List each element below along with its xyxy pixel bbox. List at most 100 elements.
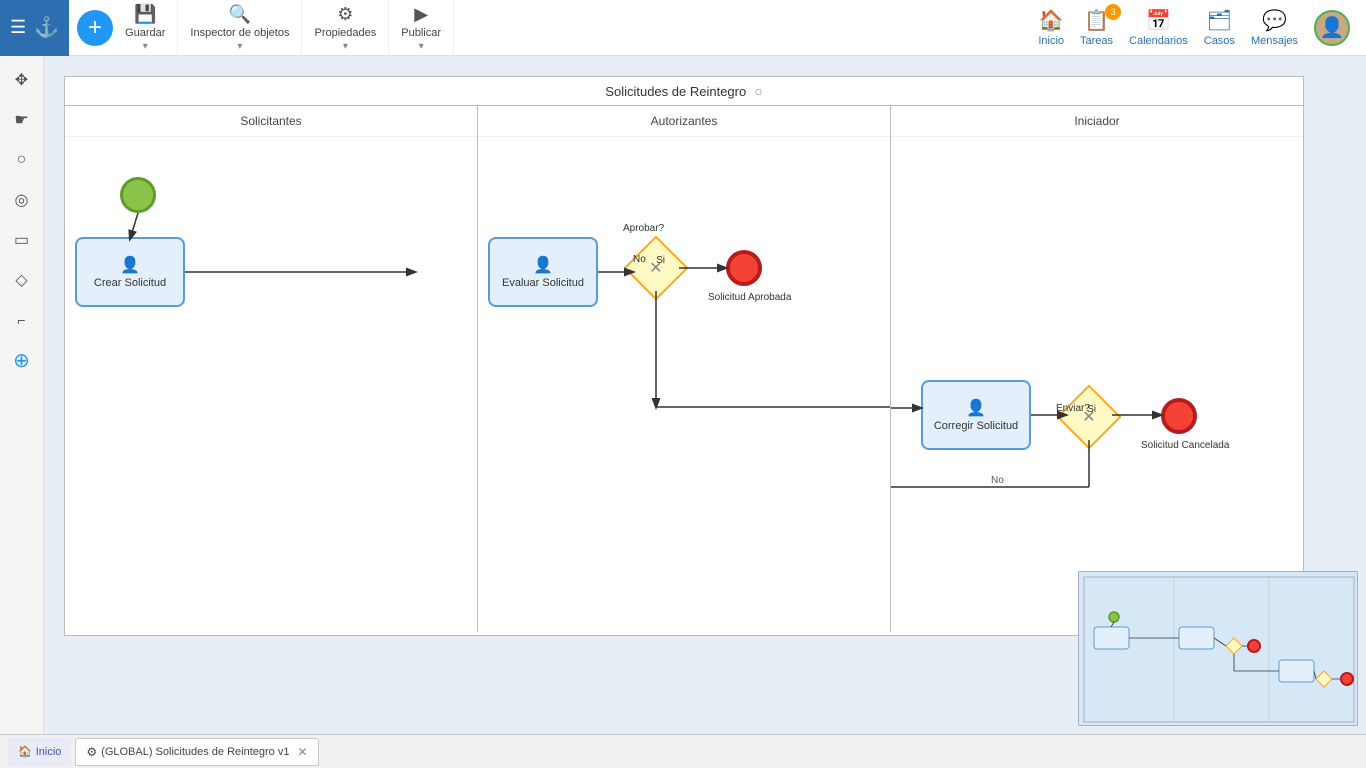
hamburger-menu-icon[interactable]: ☰ (10, 17, 26, 38)
toolbar: ☰ ⚓ + 💾 Guardar ▾ 🔍 Inspector de objetos… (0, 0, 1366, 56)
task-corregir-solicitud[interactable]: 👤 Corregir Solicitud (921, 380, 1031, 450)
nav-mensajes[interactable]: 💬 Mensajes (1251, 8, 1298, 47)
properties-dropdown-icon[interactable]: ▾ (343, 41, 348, 52)
evaluar-solicitud-label: Evaluar Solicitud (502, 277, 584, 289)
save-label: Guardar (125, 27, 165, 39)
mensajes-icon: 💬 (1262, 8, 1287, 33)
toolbar-right: 🏠 Inicio 📋 Tareas 3 📅 Calendarios 🗂 Caso… (1022, 8, 1366, 47)
minimap-svg (1079, 572, 1358, 726)
casos-label: Casos (1204, 35, 1235, 47)
process-tab-icon: ⚙ (86, 745, 97, 759)
toolbar-brand: ☰ ⚓ (0, 0, 69, 56)
aprobar-gateway-label: Aprobar? (623, 223, 664, 234)
nav-inicio[interactable]: 🏠 Inicio (1038, 8, 1064, 47)
task-user-icon: 👤 (120, 255, 140, 275)
main-area: ✥ ☛ ○ ◎ ▭ ◇ ⌐ ⊕ Solicitudes de Reintegro… (0, 56, 1366, 734)
canvas-area[interactable]: Solicitudes de Reintegro ○ Solicitantes (44, 56, 1366, 734)
tareas-label: Tareas (1080, 35, 1113, 47)
inspector-action[interactable]: 🔍 Inspector de objetos ▾ (178, 0, 302, 56)
home-tab-icon: 🏠 (18, 745, 32, 758)
svg-text:No: No (991, 475, 1004, 486)
inspector-icon: 🔍 (229, 4, 251, 25)
enviar-gateway[interactable]: ✕ (1056, 384, 1121, 449)
lane-solicitantes-header: Solicitantes (65, 106, 477, 137)
solicitud-cancelada-label: Solicitud Cancelada (1141, 440, 1229, 451)
diagram-title: Solicitudes de Reintegro ○ (65, 77, 1303, 106)
save-dropdown-icon[interactable]: ▾ (143, 41, 148, 52)
task-evaluar-solicitud[interactable]: 👤 Evaluar Solicitud (488, 237, 598, 307)
brand-icon: ⚓ (34, 15, 59, 40)
lane-iniciador-content: 👤 Corregir Solicitud ✕ Enviar? Si (891, 137, 1303, 631)
diamond-tool[interactable]: ◇ (6, 264, 38, 296)
properties-action[interactable]: ⚙ Propiedades ▾ (302, 0, 389, 56)
publish-icon: ▶ (414, 4, 428, 25)
save-icon: 💾 (134, 4, 156, 25)
mensajes-label: Mensajes (1251, 35, 1298, 47)
corregir-solicitud-label: Corregir Solicitud (934, 420, 1018, 432)
lanes-container: Solicitantes 👤 Crear Solicitud (65, 106, 1303, 632)
properties-icon: ⚙ (337, 4, 353, 25)
end-event-aprobada[interactable] (726, 250, 762, 286)
aprobar-si-label: Si (656, 255, 665, 266)
minimap[interactable] (1078, 571, 1358, 726)
tab-close-button[interactable]: ✕ (297, 745, 307, 759)
inspector-dropdown-icon[interactable]: ▾ (237, 41, 242, 52)
add-shape-tool[interactable]: ⊕ (6, 344, 38, 376)
nav-calendarios[interactable]: 📅 Calendarios (1129, 8, 1188, 47)
lane-iniciador: Iniciador 👤 Corregir Solicitud ✕ (891, 106, 1303, 632)
aprobar-gateway[interactable]: ✕ (623, 235, 688, 300)
lane-iniciador-header: Iniciador (891, 106, 1303, 137)
left-sidebar: ✥ ☛ ○ ◎ ▭ ◇ ⌐ ⊕ (0, 56, 44, 734)
home-tab-label: Inicio (36, 746, 62, 758)
lane-solicitantes-label: Solicitantes (240, 114, 301, 128)
publish-label: Publicar (401, 27, 441, 39)
properties-label: Propiedades (314, 27, 376, 39)
lane-autorizantes: Autorizantes 👤 Evaluar Solicitud ✕ (478, 106, 891, 632)
hand-tool[interactable]: ☛ (6, 104, 38, 136)
circle-outline-tool[interactable]: ○ (6, 144, 38, 176)
publish-action[interactable]: ▶ Publicar ▾ (389, 0, 454, 56)
evaluar-user-icon: 👤 (533, 255, 553, 275)
rect-tool[interactable]: ▭ (6, 224, 38, 256)
nav-casos[interactable]: 🗂 Casos (1204, 8, 1235, 47)
circle-filled-tool[interactable]: ◎ (6, 184, 38, 216)
lane-solicitantes: Solicitantes 👤 Crear Solicitud (65, 106, 478, 632)
tareas-badge: 3 (1105, 4, 1121, 20)
add-button[interactable]: + (77, 10, 113, 46)
lane-autorizantes-header: Autorizantes (478, 106, 890, 137)
aprobar-no-label: No (633, 254, 646, 265)
start-event[interactable] (120, 177, 156, 213)
solicitud-aprobada-label: Solicitud Aprobada (708, 292, 791, 303)
process-tab[interactable]: ⚙ (GLOBAL) Solicitudes de Reintegro v1 ✕ (75, 738, 318, 766)
inicio-icon: 🏠 (1039, 8, 1064, 33)
inspector-label: Inspector de objetos (190, 27, 289, 39)
bottom-bar: 🏠 Inicio ⚙ (GLOBAL) Solicitudes de Reint… (0, 734, 1366, 768)
casos-icon: 🗂 (1207, 8, 1232, 33)
lane-iniciador-label: Iniciador (1074, 114, 1119, 128)
toolbar-actions: 💾 Guardar ▾ 🔍 Inspector de objetos ▾ ⚙ P… (113, 0, 568, 56)
calendarios-label: Calendarios (1129, 35, 1188, 47)
move-tool[interactable]: ✥ (6, 64, 38, 96)
enviar-gateway-label: Enviar? (1056, 403, 1090, 414)
enviar-si-label: Si (1087, 404, 1096, 415)
corregir-user-icon: 👤 (966, 398, 986, 418)
diagram-title-text: Solicitudes de Reintegro (605, 84, 746, 99)
home-tab[interactable]: 🏠 Inicio (8, 738, 71, 766)
nav-tareas[interactable]: 📋 Tareas 3 (1080, 8, 1113, 47)
save-action[interactable]: 💾 Guardar ▾ (113, 0, 178, 56)
crear-solicitud-label: Crear Solicitud (94, 277, 166, 289)
lane-autorizantes-content: 👤 Evaluar Solicitud ✕ Aprobar? Si (478, 137, 890, 631)
lane-solicitantes-content: 👤 Crear Solicitud (65, 137, 477, 631)
process-tab-label: (GLOBAL) Solicitudes de Reintegro v1 (101, 746, 289, 758)
lane1-arrows (65, 137, 477, 631)
bracket-tool[interactable]: ⌐ (6, 304, 38, 336)
diagram-title-circle-icon: ○ (754, 83, 762, 99)
lane-autorizantes-label: Autorizantes (651, 114, 718, 128)
diagram-container: Solicitudes de Reintegro ○ Solicitantes (64, 76, 1304, 636)
inicio-label: Inicio (1038, 35, 1064, 47)
publish-dropdown-icon[interactable]: ▾ (419, 41, 424, 52)
end-event-cancelada[interactable] (1161, 398, 1197, 434)
user-avatar[interactable]: 👤 (1314, 10, 1350, 46)
lane2-arrows (478, 137, 890, 631)
task-crear-solicitud[interactable]: 👤 Crear Solicitud (75, 237, 185, 307)
